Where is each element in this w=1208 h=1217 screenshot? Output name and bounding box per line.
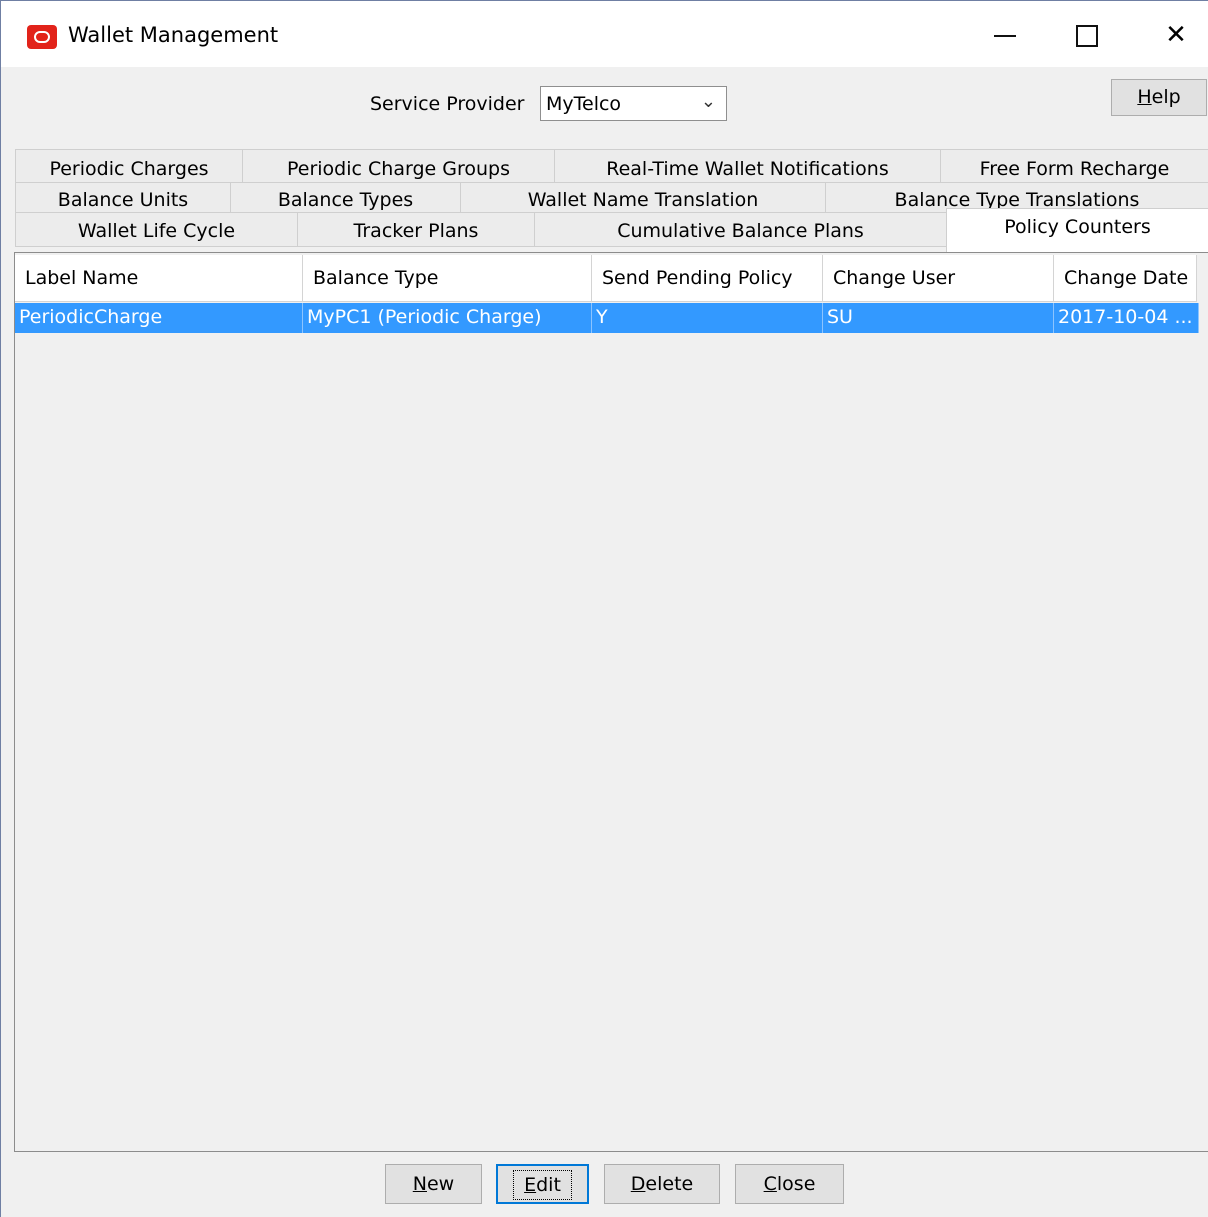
tab-periodic-charge-groups[interactable]: Periodic Charge Groups — [242, 149, 555, 183]
close-label-rest: lose — [776, 1173, 816, 1195]
window-title: Wallet Management — [68, 23, 279, 47]
tab-free-form-recharge[interactable]: Free Form Recharge — [940, 149, 1208, 183]
title-bar: Wallet Management ✕ — [1, 1, 1208, 67]
tab-real-time-wallet-notifications[interactable]: Real-Time Wallet Notifications — [554, 149, 941, 183]
close-window-button[interactable]: ✕ — [1156, 15, 1196, 55]
chevron-down-icon: ⌄ — [700, 91, 716, 112]
delete-mnemonic: D — [630, 1173, 646, 1195]
new-button[interactable]: New — [385, 1164, 482, 1204]
edit-mnemonic: E — [524, 1174, 537, 1196]
service-provider-select[interactable]: MyTelco ⌄ — [540, 86, 727, 121]
help-mnemonic: H — [1137, 86, 1152, 108]
maximize-icon — [1076, 24, 1098, 47]
edit-focus-ring: Edit — [513, 1170, 572, 1200]
column-header-balance-type[interactable]: Balance Type — [303, 255, 592, 302]
minimize-icon — [994, 34, 1016, 37]
column-header-change-date[interactable]: Change Date — [1054, 255, 1197, 302]
column-header-label-name[interactable]: Label Name — [15, 255, 303, 302]
table-row[interactable]: PeriodicCharge MyPC1 (Periodic Charge) Y… — [15, 303, 1199, 333]
close-mnemonic: C — [763, 1173, 777, 1195]
oracle-app-icon — [27, 25, 57, 49]
new-label-rest: ew — [426, 1173, 455, 1195]
cell-label-name: PeriodicCharge — [15, 303, 303, 333]
tab-balance-types[interactable]: Balance Types — [230, 182, 461, 213]
tab-tracker-plans[interactable]: Tracker Plans — [297, 212, 535, 247]
help-label-rest: elp — [1151, 86, 1181, 108]
column-header-send-pending-policy[interactable]: Send Pending Policy — [592, 255, 823, 302]
cell-change-user: SU — [823, 303, 1054, 333]
tab-cumulative-balance-plans[interactable]: Cumulative Balance Plans — [534, 212, 947, 247]
table-header: Label Name Balance Type Send Pending Pol… — [15, 255, 1197, 302]
service-provider-value: MyTelco — [546, 93, 622, 115]
tab-wallet-life-cycle[interactable]: Wallet Life Cycle — [15, 212, 298, 247]
cell-balance-type: MyPC1 (Periodic Charge) — [303, 303, 592, 333]
cell-change-date: 2017-10-04 ... — [1054, 303, 1199, 333]
minimize-button[interactable] — [985, 15, 1025, 55]
new-mnemonic: N — [412, 1173, 427, 1195]
close-icon: ✕ — [1165, 20, 1187, 50]
tab-periodic-charges[interactable]: Periodic Charges — [15, 149, 243, 183]
maximize-button[interactable] — [1067, 15, 1107, 55]
wallet-management-window: Wallet Management ✕ Service Provider MyT… — [0, 0, 1208, 1217]
close-button[interactable]: Close — [735, 1164, 844, 1204]
tab-balance-units[interactable]: Balance Units — [15, 182, 231, 213]
tab-policy-counters[interactable]: Policy Counters — [946, 208, 1208, 252]
service-provider-label: Service Provider — [370, 93, 525, 115]
help-button[interactable]: Help — [1111, 79, 1207, 116]
edit-button[interactable]: Edit — [496, 1164, 589, 1204]
edit-label-rest: dit — [536, 1174, 561, 1196]
column-header-change-user[interactable]: Change User — [823, 255, 1054, 302]
policy-counters-table — [14, 252, 1208, 1152]
cell-send-pending-policy: Y — [592, 303, 823, 333]
delete-label-rest: elete — [645, 1173, 694, 1195]
tab-wallet-name-translation[interactable]: Wallet Name Translation — [460, 182, 826, 213]
delete-button[interactable]: Delete — [604, 1164, 720, 1204]
